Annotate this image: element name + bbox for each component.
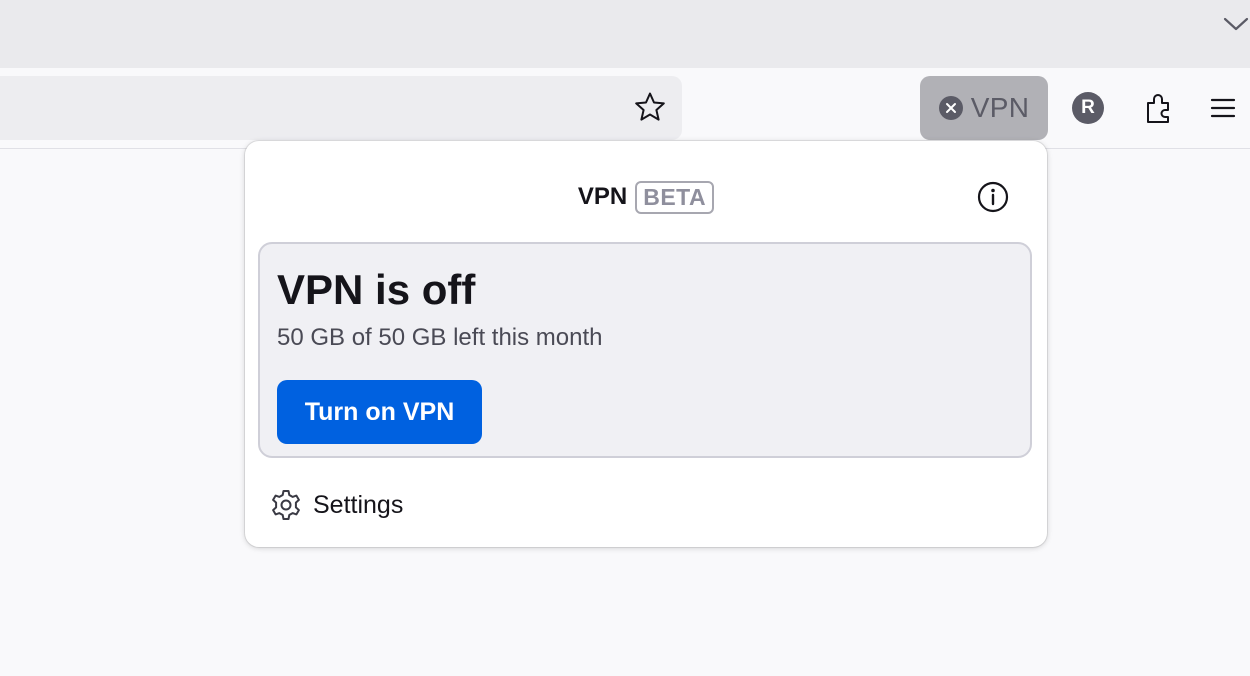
list-all-tabs-button[interactable]: [1222, 8, 1250, 40]
panel-title: VPN: [577, 183, 628, 210]
beta-badge: BETA: [635, 180, 715, 214]
info-button[interactable]: [976, 180, 1010, 214]
extensions-button[interactable]: [1134, 82, 1186, 134]
vpn-status-title: VPN is off: [277, 266, 476, 313]
info-icon: [977, 181, 1009, 213]
settings-label: Settings: [313, 490, 404, 519]
vpn-panel: VPN BETA VPN is off 50 GB of 50 GB left …: [245, 141, 1047, 547]
panel-header: VPN BETA: [245, 179, 1047, 215]
hamburger-menu-icon: [1210, 98, 1236, 118]
vpn-status-card: VPN is off 50 GB of 50 GB left this mont…: [258, 242, 1032, 458]
vpn-toolbar-label: VPN: [970, 92, 1030, 123]
app-menu-button[interactable]: [1210, 82, 1250, 134]
chevron-down-icon: [1223, 17, 1249, 31]
close-icon: [938, 96, 963, 120]
turn-on-vpn-button[interactable]: Turn on VPN: [277, 380, 482, 444]
address-bar[interactable]: [0, 76, 682, 140]
data-remaining-text: 50 GB of 50 GB left this month: [277, 324, 603, 351]
account-button[interactable]: R: [1062, 82, 1114, 134]
star-icon: [635, 92, 665, 121]
avatar: R: [1072, 92, 1104, 124]
settings-button[interactable]: Settings: [269, 485, 403, 525]
tab-strip: [0, 0, 1250, 68]
gear-icon: [272, 490, 300, 520]
bookmark-star-button[interactable]: [628, 85, 672, 129]
puzzle-icon: [1147, 94, 1169, 123]
vpn-toolbar-button[interactable]: VPN: [920, 76, 1048, 140]
